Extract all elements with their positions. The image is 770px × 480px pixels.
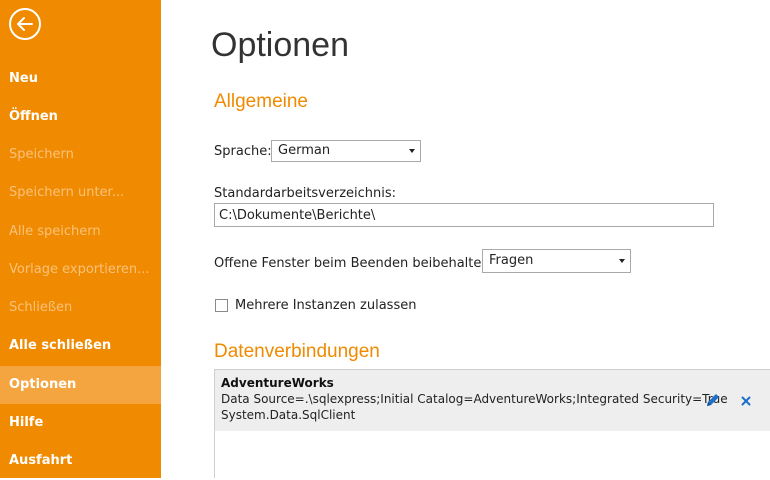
connection-item[interactable]: AdventureWorks Data Source=.\sqlexpress;… [215,370,770,431]
dropdown-arrow-icon [409,149,415,153]
close-icon [741,396,751,406]
keep-windows-label: Offene Fenster beim Beenden beibehalten: [214,256,494,271]
keep-windows-select-value: Fragen [489,253,534,268]
connection-provider: System.Data.SqlClient [221,408,356,422]
connection-list: AdventureWorks Data Source=.\sqlexpress;… [214,369,770,478]
menu-item-open[interactable]: Öffnen [0,98,161,136]
pencil-icon [707,394,719,406]
menu-item-save-as: Speichern unter... [9,185,125,200]
menu-item-help[interactable]: Hilfe [0,404,161,442]
dropdown-arrow-icon [619,259,625,263]
menu-item-save: Speichern [9,147,74,162]
sidebar: Neu Öffnen Speichern Speichern unter... … [0,0,161,478]
workdir-input[interactable] [214,203,714,227]
connection-name: AdventureWorks [221,376,334,390]
multi-instance-checkbox[interactable] [215,299,228,312]
menu-item-new[interactable]: Neu [0,60,161,98]
language-select-value: German [278,143,331,158]
menu-item-close-all[interactable]: Alle schließen [0,327,161,365]
menu-item-save-all: Alle speichern [9,224,101,239]
section-heading-general: Allgemeine [214,91,308,112]
language-label: Sprache: [214,144,272,159]
menu-item-exit[interactable]: Ausfahrt [0,442,161,480]
delete-connection-button[interactable] [741,395,751,410]
edit-connection-button[interactable] [705,392,721,412]
back-arrow-icon [17,17,33,31]
back-button[interactable] [9,8,41,40]
workdir-label: Standardarbeitsverzeichnis: [214,186,397,201]
connection-string: Data Source=.\sqlexpress;Initial Catalog… [221,392,728,406]
language-select[interactable]: German [271,140,421,162]
multi-instance-label: Mehrere Instanzen zulassen [235,298,417,313]
menu-item-options[interactable]: Optionen [0,366,161,404]
section-heading-connections: Datenverbindungen [214,341,380,362]
page-title: Optionen [211,26,349,64]
keep-windows-select[interactable]: Fragen [482,249,631,273]
menu-item-close: Schließen [9,300,73,315]
menu-item-export-template: Vorlage exportieren... [9,262,150,277]
